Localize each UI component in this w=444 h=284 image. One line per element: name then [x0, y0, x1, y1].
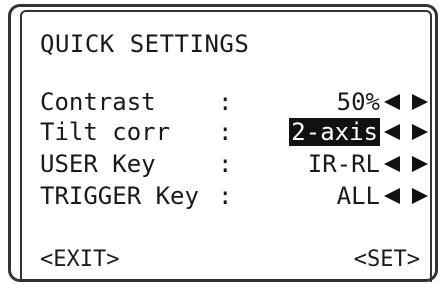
left-right-arrows-icon[interactable]: [384, 156, 428, 172]
setting-value[interactable]: ALL: [337, 182, 380, 210]
setting-value[interactable]: IR-RL: [308, 150, 380, 178]
setting-label: USER Key: [40, 150, 156, 178]
setting-row-tilt-corr[interactable]: Tilt corr : 2-axis: [40, 118, 432, 146]
set-softkey[interactable]: <SET>: [354, 246, 420, 274]
setting-row-user-key[interactable]: USER Key : IR-RL: [40, 150, 432, 178]
screen-title: QUICK SETTINGS: [40, 30, 250, 58]
left-right-arrows-icon[interactable]: [384, 188, 428, 204]
setting-colon: :: [218, 88, 233, 116]
exit-softkey[interactable]: <EXIT>: [40, 246, 119, 274]
left-right-arrows-icon[interactable]: [384, 94, 428, 110]
setting-colon: :: [218, 182, 233, 210]
setting-label: Contrast: [40, 88, 156, 116]
setting-row-contrast[interactable]: Contrast : 50%: [40, 88, 432, 116]
setting-value[interactable]: 50%: [337, 88, 380, 116]
setting-label: TRIGGER Key: [40, 182, 199, 210]
left-right-arrows-icon[interactable]: [384, 124, 428, 140]
setting-label: Tilt corr: [40, 118, 171, 146]
setting-colon: :: [218, 118, 233, 146]
setting-colon: :: [218, 150, 233, 178]
setting-row-trigger-key[interactable]: TRIGGER Key : ALL: [40, 182, 432, 210]
setting-value-selected[interactable]: 2-axis: [289, 118, 380, 146]
quick-settings-screen: QUICK SETTINGS Contrast : 50% Tilt corr …: [0, 0, 444, 284]
